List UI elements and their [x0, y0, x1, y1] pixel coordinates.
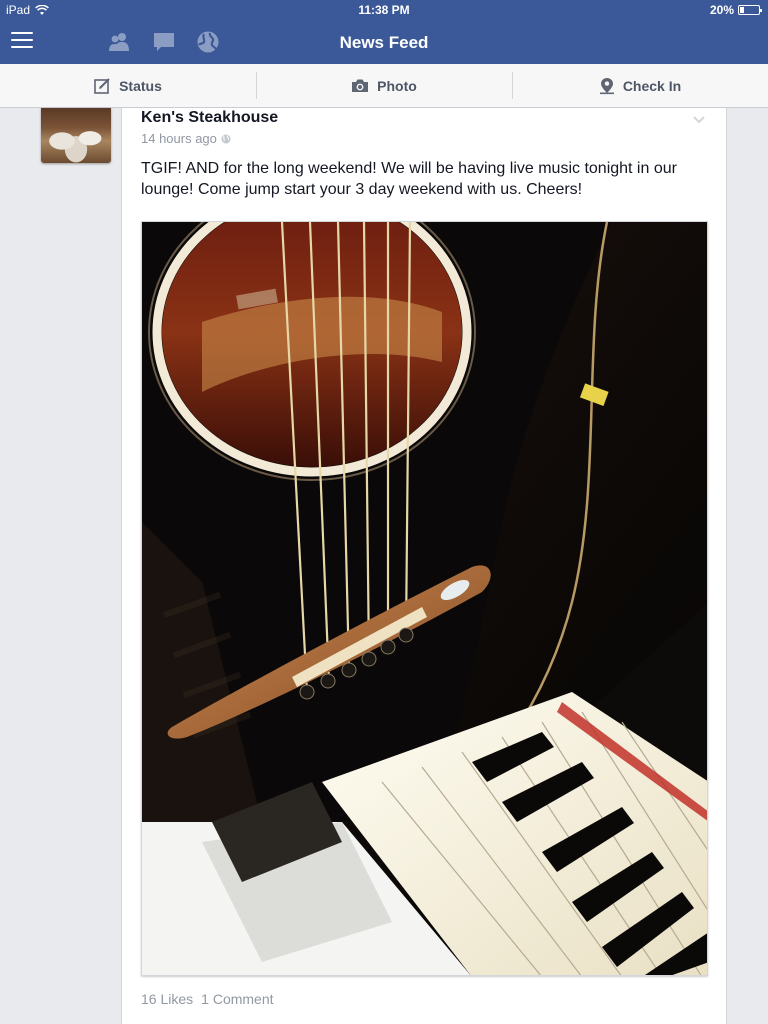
battery-percent: 20%: [709, 3, 734, 17]
comments-count[interactable]: 1 Comment: [201, 991, 273, 1007]
notifications-globe-icon[interactable]: [196, 30, 220, 54]
photo-button-label: Photo: [377, 77, 417, 94]
friend-requests-icon[interactable]: [107, 30, 131, 54]
status-button-label: Status: [119, 77, 162, 94]
chevron-down-icon[interactable]: [692, 112, 706, 126]
status-bar: iPad 11:38 PM 20%: [0, 0, 768, 20]
feed-post: Ken's Steakhouse 14 hours ago TGIF! AND …: [121, 108, 727, 1024]
battery-indicator: 20%: [709, 3, 762, 17]
check-in-button-label: Check In: [622, 77, 682, 94]
post-stats: 16 Likes 1 Comment: [141, 991, 274, 1007]
menu-icon[interactable]: [11, 32, 33, 50]
post-author[interactable]: Ken's Steakhouse: [141, 109, 278, 127]
photo-button[interactable]: Photo: [256, 64, 512, 107]
status-button[interactable]: Status: [0, 64, 256, 107]
globe-icon: [221, 134, 231, 143]
messages-icon[interactable]: [152, 30, 176, 54]
check-in-button[interactable]: Check In: [512, 64, 768, 107]
post-meta: 14 hours ago: [141, 131, 231, 146]
guitar-and-piano-photo: [142, 222, 707, 975]
publisher-bar: Status Photo Check In: [0, 64, 768, 108]
status-time: 11:38 PM: [358, 3, 410, 17]
post-photo[interactable]: [141, 221, 708, 976]
battery-fill: [740, 7, 744, 13]
post-text: TGIF! AND for the long weekend! We will …: [141, 160, 677, 198]
camera-icon: [352, 79, 369, 92]
nav-bar: News Feed: [0, 20, 768, 64]
battery-icon: [738, 5, 762, 15]
page-avatar[interactable]: [41, 108, 111, 163]
edit-icon: [94, 78, 110, 94]
likes-count[interactable]: 16 Likes: [141, 991, 193, 1007]
post-timestamp[interactable]: 14 hours ago: [141, 131, 217, 146]
location-pin-icon: [599, 77, 614, 94]
